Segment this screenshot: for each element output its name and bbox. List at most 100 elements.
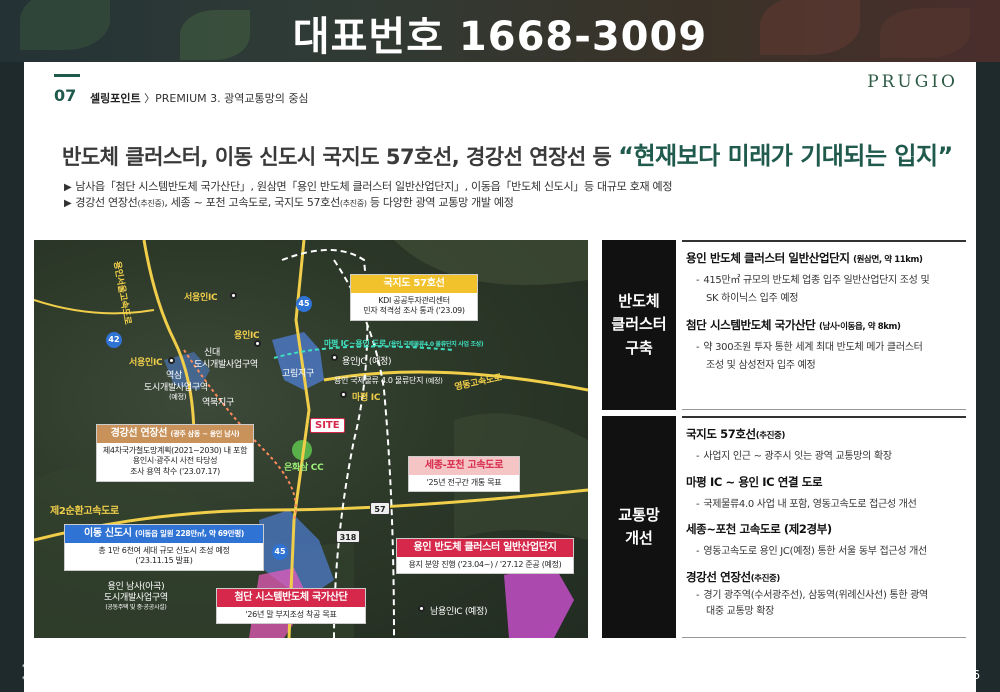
callout-line: 제4차국가철도망계획(2021~2030) 내 포함: [102, 445, 248, 455]
item-heading: 첨단 시스템반도체 국가산단 (남사·이동읍, 약 8km): [686, 317, 966, 333]
cluster-title: 반도체 클러스터 구축: [602, 240, 676, 410]
page-number: 56: [964, 668, 980, 682]
callout-line: ('23.11.15 발표): [135, 556, 193, 566]
road-label: 마평 IC~용인 도로: [324, 339, 386, 348]
road-note: (용인 국제물류4.0 물류단지 사업 조성): [388, 341, 484, 348]
logistics-label: 용인 국제물류 4.0 물류단지: [334, 376, 424, 385]
callout-title: 이동 신도시 (이동읍 일원 228만㎡, 약 69만평): [65, 525, 263, 543]
interchange-marker: [230, 292, 237, 299]
item-desc-line: SK 하이닉스 입주 예정: [706, 292, 799, 304]
item-heading-small: (추진중): [750, 573, 781, 584]
transport-title: 교통망 개선: [602, 416, 676, 638]
map-label: 용인 국제물류 4.0 물류단지 (예정): [334, 375, 443, 386]
triangle-icon: ▶: [64, 198, 72, 209]
callout-sejong: 세종-포천 고속도로 '25년 전구간 개통 목표: [408, 456, 520, 493]
brand-logo: PRUGIO: [867, 72, 958, 92]
headline-accent: “현재보다 미래가 기대되는 입지”: [618, 142, 953, 170]
bullet-item: ▶ 남사읍「첨단 시스템반도체 국가산단」, 원삼면「용인 반도체 클러스터 일반…: [64, 178, 672, 194]
item-description: -415만㎡ 규모의 반도체 업종 입주 일반산업단지 조성 및 SK 하이닉스…: [696, 275, 930, 304]
footnote: * 본 제작물은 이해를 돕기 위한 참고용 자료로 실제와 다를 수 있으며,…: [22, 663, 589, 671]
map-label: 용인IC: [234, 331, 260, 341]
cluster-items: 용인 반도체 클러스터 일반산업단지 (원삼면, 약 11km) -415만㎡ …: [682, 240, 966, 410]
map-label: 남용인IC (예정): [430, 607, 488, 617]
interchange-marker: [168, 357, 175, 364]
item-desc-line: 약 300조원 투자 통한 세계 최대 반도체 메가 클러스터: [703, 342, 923, 353]
map-label: 마평 IC~용인 도로 (용인 국제물류4.0 물류단지 사업 조성): [324, 338, 484, 349]
map-label: 마평 IC: [352, 393, 381, 403]
item-heading-text: 경강선 연장선: [686, 569, 751, 584]
callout-line: 총 1만 6천여 세대 규모 신도시 조성 예정: [98, 545, 230, 555]
bullet-text: 등 다양한 광역 교통망 개발 예정: [366, 196, 514, 209]
transport-items: 국지도 57호선(추진중) - 사업지 인근 ~ 광주시 잇는 광역 교통망의 확…: [682, 416, 966, 638]
route-45-badge: 45: [272, 544, 288, 560]
bullet-text: 남사읍「첨단 시스템반도체 국가산단」, 원삼면「용인 반도체 클러스터 일반산…: [75, 180, 673, 193]
side-title-line: 클러스터: [611, 315, 667, 334]
callout-line: 조사 용역 착수 ('23.07.17): [130, 467, 220, 477]
item-heading: 세종~포천 고속도로 (제2경부): [686, 521, 966, 537]
item-heading-small: (추진중): [755, 431, 786, 441]
item-description: - 경기 광주역(수서광주선), 삼동역(위례신사선) 통한 광역 대중 교통망 …: [696, 589, 928, 617]
interchange-marker: [418, 605, 425, 612]
bullet-item: ▶ 경강선 연장선(추진중), 세종 ~ 포천 고속도로, 국지도 57호선(추진…: [64, 194, 514, 210]
item-desc-line: 대중 교통망 확장: [706, 605, 775, 617]
item-heading: 경강선 연장선(추진중): [686, 569, 966, 585]
interchange-marker: [254, 340, 261, 347]
item-heading-small: (원삼면, 약 11km): [853, 255, 923, 265]
area-map: 서용인IC 용인IC 서용인IC 용인서울고속도로 신대 도시개발사업구역 역삼…: [34, 240, 588, 638]
bullet-text: , 세종 ~ 포천 고속도로, 국지도 57호선: [164, 196, 340, 209]
item-heading: 마평 IC ~ 용인 IC 연결 도로: [686, 474, 966, 490]
phone-number-title: 대표번호 1668-3009: [292, 14, 708, 60]
item-heading-text: 마평 IC ~ 용인 IC 연결 도로: [686, 474, 823, 489]
namsa-label: 도시개발사업구역: [104, 592, 168, 603]
callout-title: 용인 반도체 클러스터 일반산업단지: [397, 539, 573, 557]
map-label: 서용인IC: [184, 293, 218, 303]
cluster-section: 반도체 클러스터 구축 용인 반도체 클러스터 일반산업단지 (원삼면, 약 1…: [602, 240, 966, 410]
callout-body: 용지 분양 진행 ('23.04~) / '27.12 준공 (예정): [408, 559, 562, 569]
bullet-small: (추진중): [137, 199, 165, 208]
section-accent-line: [54, 74, 80, 77]
item-heading-text: 첨단 시스템반도체 국가산단: [686, 318, 816, 332]
item-heading-small: (남사·이동읍, 약 8km): [818, 322, 901, 332]
map-label: (예정): [169, 393, 187, 401]
footnote: * 학교·교통 등 주변 개발계획은 관계기관 및 기업의 사정에 따라 변경 …: [22, 675, 355, 683]
side-title-line: 개선: [625, 529, 653, 547]
item-heading-text: 국지도 57호선: [686, 427, 756, 441]
top-banner: 대표번호 1668-3009: [0, 0, 1000, 62]
callout-line: 용인시·광주시 사전 타당성: [132, 456, 218, 466]
namsa-label: 용인 남사(아곡): [107, 582, 165, 592]
section-title: 셀링포인트: [90, 92, 141, 105]
headline-lead: 반도체 클러스터, 이동 신도시 국지도 57호선, 경강선 연장선 등: [62, 145, 612, 169]
callout-route57: 국지도 57호선 KDI 공공투자관리센터 민자 적격성 조사 통과 ('23.…: [350, 274, 478, 322]
callout-title: 세종-포천 고속도로: [409, 457, 519, 475]
callout-body: 총 1만 6천여 세대 규모 신도시 조성 예정 ('23.11.15 발표): [65, 543, 263, 571]
item-desc-line: 사업지 인근 ~ 광주시 잇는 광역 교통망의 확장: [703, 451, 892, 462]
route-42-badge: 42: [106, 332, 122, 348]
callout-idong: 이동 신도시 (이동읍 일원 228만㎡, 약 69만평) 총 1만 6천여 세…: [64, 524, 264, 572]
map-label: 은화삼 CC: [284, 463, 324, 473]
item-description: - 국제물류4.0 사업 내 포함, 영동고속도로 접근성 개선: [696, 498, 917, 510]
transport-section: 교통망 개선 국지도 57호선(추진중) - 사업지 인근 ~ 광주시 잇는 광역…: [602, 416, 966, 638]
item-description: - 영동고속도로 용인 JC(예정) 통한 서울 동부 접근성 개선: [696, 546, 927, 557]
item-desc-line: 경기 광주역(수서광주선), 삼동역(위례신사선) 통한 광역: [703, 589, 928, 601]
content-sheet: 07 셀링포인트 〉PREMIUM 3. 광역교통망의 중심 PRUGIO 반도…: [24, 62, 976, 692]
map-label: 제2순환고속도로: [50, 506, 119, 517]
callout-title: 경강선 연장선 (광주 삼동 ~ 용인 남사): [97, 425, 253, 443]
interchange-marker: [331, 354, 338, 361]
item-desc-line: 국제물류4.0 사업 내 포함, 영동고속도로 접근성 개선: [703, 498, 917, 510]
side-title-line: 교통망: [618, 505, 660, 524]
callout-title-small: (이동읍 일원 228만㎡, 약 69만평): [134, 529, 245, 538]
callout-line: 민자 적격성 조사 통과 ('23.09): [363, 306, 465, 316]
item-heading: 용인 반도체 클러스터 일반산업단지 (원삼면, 약 11km): [686, 250, 966, 266]
side-title-line: 반도체: [618, 292, 660, 311]
section-number: 07: [54, 86, 77, 105]
triangle-icon: ▶: [64, 182, 72, 193]
headline: 반도체 클러스터, 이동 신도시 국지도 57호선, 경강선 연장선 등 “현재…: [62, 136, 953, 171]
map-label: 고림지구: [282, 369, 314, 379]
bullet-text: 경강선 연장선: [75, 196, 138, 209]
route-45-badge: 45: [296, 296, 312, 312]
item-desc-line: 415만㎡ 규모의 반도체 업종 입주 일반산업단지 조성 및: [703, 275, 930, 286]
item-description: -약 300조원 투자 통한 세계 최대 반도체 메가 클러스터 조성 및 삼성…: [696, 342, 923, 371]
callout-title-small: (광주 삼동 ~ 용인 남사): [170, 430, 240, 438]
item-heading: 국지도 57호선(추진중): [686, 426, 966, 442]
item-desc-line: 영동고속도로 용인 JC(예정) 통한 서울 동부 접근성 개선: [703, 546, 927, 557]
